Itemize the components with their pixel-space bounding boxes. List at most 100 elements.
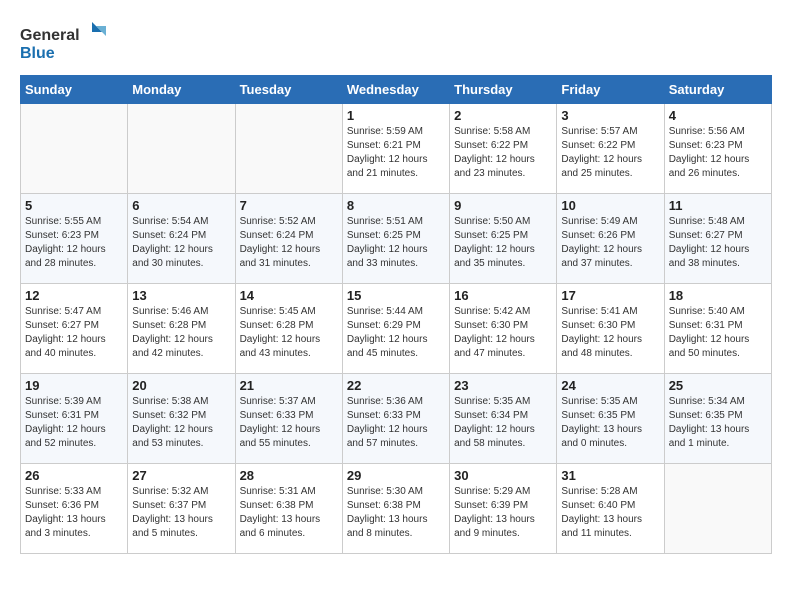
header: GeneralBlue bbox=[20, 20, 772, 65]
day-info: Sunrise: 5:45 AM Sunset: 6:28 PM Dayligh… bbox=[240, 305, 338, 361]
day-info: Sunrise: 5:32 AM Sunset: 6:37 PM Dayligh… bbox=[132, 485, 230, 541]
calendar-cell: 13 Sunrise: 5:46 AM Sunset: 6:28 PM Dayli… bbox=[128, 284, 235, 374]
week-row-1: 1 Sunrise: 5:59 AM Sunset: 6:21 PM Daylig… bbox=[21, 104, 772, 194]
day-info: Sunrise: 5:40 AM Sunset: 6:31 PM Dayligh… bbox=[669, 305, 767, 361]
day-info: Sunrise: 5:42 AM Sunset: 6:30 PM Dayligh… bbox=[454, 305, 552, 361]
day-number: 7 bbox=[240, 198, 338, 213]
logo: GeneralBlue bbox=[20, 20, 110, 65]
day-number: 9 bbox=[454, 198, 552, 213]
day-number: 11 bbox=[669, 198, 767, 213]
week-row-4: 19 Sunrise: 5:39 AM Sunset: 6:31 PM Dayli… bbox=[21, 374, 772, 464]
calendar-cell: 30 Sunrise: 5:29 AM Sunset: 6:39 PM Dayli… bbox=[450, 464, 557, 554]
day-number: 27 bbox=[132, 468, 230, 483]
calendar-cell: 15Sunrise: 5:44 AM Sunset: 6:29 PM Dayli… bbox=[342, 284, 449, 374]
day-number: 30 bbox=[454, 468, 552, 483]
calendar-cell: 25 Sunrise: 5:34 AM Sunset: 6:35 PM Dayli… bbox=[664, 374, 771, 464]
day-info: Sunrise: 5:36 AM Sunset: 6:33 PM Dayligh… bbox=[347, 395, 445, 451]
day-number: 28 bbox=[240, 468, 338, 483]
calendar-cell bbox=[128, 104, 235, 194]
calendar-cell: 7 Sunrise: 5:52 AM Sunset: 6:24 PM Daylig… bbox=[235, 194, 342, 284]
calendar-cell: 12Sunrise: 5:47 AM Sunset: 6:27 PM Dayli… bbox=[21, 284, 128, 374]
day-info: Sunrise: 5:49 AM Sunset: 6:26 PM Dayligh… bbox=[561, 215, 659, 271]
day-info: Sunrise: 5:41 AM Sunset: 6:30 PM Dayligh… bbox=[561, 305, 659, 361]
day-info: Sunrise: 5:46 AM Sunset: 6:28 PM Dayligh… bbox=[132, 305, 230, 361]
calendar-cell: 29Sunrise: 5:30 AM Sunset: 6:38 PM Dayli… bbox=[342, 464, 449, 554]
week-row-2: 5 Sunrise: 5:55 AM Sunset: 6:23 PM Daylig… bbox=[21, 194, 772, 284]
calendar-cell: 11 Sunrise: 5:48 AM Sunset: 6:27 PM Dayli… bbox=[664, 194, 771, 284]
day-number: 16 bbox=[454, 288, 552, 303]
day-info: Sunrise: 5:59 AM Sunset: 6:21 PM Dayligh… bbox=[347, 125, 445, 181]
day-number: 5 bbox=[25, 198, 123, 213]
day-number: 15 bbox=[347, 288, 445, 303]
day-info: Sunrise: 5:35 AM Sunset: 6:35 PM Dayligh… bbox=[561, 395, 659, 451]
day-number: 25 bbox=[669, 378, 767, 393]
calendar-cell: 14 Sunrise: 5:45 AM Sunset: 6:28 PM Dayli… bbox=[235, 284, 342, 374]
calendar-cell: 20Sunrise: 5:38 AM Sunset: 6:32 PM Dayli… bbox=[128, 374, 235, 464]
day-number: 2 bbox=[454, 108, 552, 123]
calendar-cell: 28 Sunrise: 5:31 AM Sunset: 6:38 PM Dayli… bbox=[235, 464, 342, 554]
weekday-header-sunday: Sunday bbox=[21, 76, 128, 104]
day-number: 31 bbox=[561, 468, 659, 483]
calendar-cell: 24 Sunrise: 5:35 AM Sunset: 6:35 PM Dayli… bbox=[557, 374, 664, 464]
weekday-header-saturday: Saturday bbox=[664, 76, 771, 104]
logo-svg: GeneralBlue bbox=[20, 20, 110, 65]
calendar-cell: 3Sunrise: 5:57 AM Sunset: 6:22 PM Daylig… bbox=[557, 104, 664, 194]
day-info: Sunrise: 5:52 AM Sunset: 6:24 PM Dayligh… bbox=[240, 215, 338, 271]
weekday-header-friday: Friday bbox=[557, 76, 664, 104]
calendar-cell bbox=[664, 464, 771, 554]
day-number: 17 bbox=[561, 288, 659, 303]
day-number: 23 bbox=[454, 378, 552, 393]
calendar-cell: 5 Sunrise: 5:55 AM Sunset: 6:23 PM Daylig… bbox=[21, 194, 128, 284]
day-info: Sunrise: 5:54 AM Sunset: 6:24 PM Dayligh… bbox=[132, 215, 230, 271]
weekday-header-thursday: Thursday bbox=[450, 76, 557, 104]
day-number: 26 bbox=[25, 468, 123, 483]
day-info: Sunrise: 5:29 AM Sunset: 6:39 PM Dayligh… bbox=[454, 485, 552, 541]
calendar-cell: 31Sunrise: 5:28 AM Sunset: 6:40 PM Dayli… bbox=[557, 464, 664, 554]
day-info: Sunrise: 5:55 AM Sunset: 6:23 PM Dayligh… bbox=[25, 215, 123, 271]
calendar-cell: 23 Sunrise: 5:35 AM Sunset: 6:34 PM Dayli… bbox=[450, 374, 557, 464]
day-info: Sunrise: 5:31 AM Sunset: 6:38 PM Dayligh… bbox=[240, 485, 338, 541]
calendar-cell: 10Sunrise: 5:49 AM Sunset: 6:26 PM Dayli… bbox=[557, 194, 664, 284]
day-number: 8 bbox=[347, 198, 445, 213]
calendar-cell bbox=[235, 104, 342, 194]
calendar-cell: 9 Sunrise: 5:50 AM Sunset: 6:25 PM Daylig… bbox=[450, 194, 557, 284]
day-info: Sunrise: 5:35 AM Sunset: 6:34 PM Dayligh… bbox=[454, 395, 552, 451]
day-info: Sunrise: 5:34 AM Sunset: 6:35 PM Dayligh… bbox=[669, 395, 767, 451]
weekday-header-monday: Monday bbox=[128, 76, 235, 104]
day-info: Sunrise: 5:51 AM Sunset: 6:25 PM Dayligh… bbox=[347, 215, 445, 271]
day-info: Sunrise: 5:56 AM Sunset: 6:23 PM Dayligh… bbox=[669, 125, 767, 181]
calendar-cell: 17 Sunrise: 5:41 AM Sunset: 6:30 PM Dayli… bbox=[557, 284, 664, 374]
day-info: Sunrise: 5:57 AM Sunset: 6:22 PM Dayligh… bbox=[561, 125, 659, 181]
day-number: 22 bbox=[347, 378, 445, 393]
calendar-cell: 2Sunrise: 5:58 AM Sunset: 6:22 PM Daylig… bbox=[450, 104, 557, 194]
day-number: 18 bbox=[669, 288, 767, 303]
week-row-3: 12Sunrise: 5:47 AM Sunset: 6:27 PM Dayli… bbox=[21, 284, 772, 374]
day-number: 12 bbox=[25, 288, 123, 303]
calendar-cell: 1 Sunrise: 5:59 AM Sunset: 6:21 PM Daylig… bbox=[342, 104, 449, 194]
calendar-cell: 21Sunrise: 5:37 AM Sunset: 6:33 PM Dayli… bbox=[235, 374, 342, 464]
calendar-cell: 4Sunrise: 5:56 AM Sunset: 6:23 PM Daylig… bbox=[664, 104, 771, 194]
weekday-header-row: SundayMondayTuesdayWednesdayThursdayFrid… bbox=[21, 76, 772, 104]
calendar-cell: 22 Sunrise: 5:36 AM Sunset: 6:33 PM Dayli… bbox=[342, 374, 449, 464]
day-info: Sunrise: 5:50 AM Sunset: 6:25 PM Dayligh… bbox=[454, 215, 552, 271]
day-number: 6 bbox=[132, 198, 230, 213]
day-info: Sunrise: 5:30 AM Sunset: 6:38 PM Dayligh… bbox=[347, 485, 445, 541]
calendar-cell: 6 Sunrise: 5:54 AM Sunset: 6:24 PM Daylig… bbox=[128, 194, 235, 284]
day-info: Sunrise: 5:33 AM Sunset: 6:36 PM Dayligh… bbox=[25, 485, 123, 541]
calendar: SundayMondayTuesdayWednesdayThursdayFrid… bbox=[20, 75, 772, 554]
day-number: 13 bbox=[132, 288, 230, 303]
day-number: 24 bbox=[561, 378, 659, 393]
day-number: 1 bbox=[347, 108, 445, 123]
day-info: Sunrise: 5:48 AM Sunset: 6:27 PM Dayligh… bbox=[669, 215, 767, 271]
calendar-cell: 27 Sunrise: 5:32 AM Sunset: 6:37 PM Dayli… bbox=[128, 464, 235, 554]
calendar-cell: 26 Sunrise: 5:33 AM Sunset: 6:36 PM Dayli… bbox=[21, 464, 128, 554]
day-info: Sunrise: 5:38 AM Sunset: 6:32 PM Dayligh… bbox=[132, 395, 230, 451]
calendar-cell: 8 Sunrise: 5:51 AM Sunset: 6:25 PM Daylig… bbox=[342, 194, 449, 284]
weekday-header-wednesday: Wednesday bbox=[342, 76, 449, 104]
calendar-cell: 18 Sunrise: 5:40 AM Sunset: 6:31 PM Dayli… bbox=[664, 284, 771, 374]
week-row-5: 26 Sunrise: 5:33 AM Sunset: 6:36 PM Dayli… bbox=[21, 464, 772, 554]
day-info: Sunrise: 5:39 AM Sunset: 6:31 PM Dayligh… bbox=[25, 395, 123, 451]
day-number: 19 bbox=[25, 378, 123, 393]
day-number: 14 bbox=[240, 288, 338, 303]
day-number: 21 bbox=[240, 378, 338, 393]
